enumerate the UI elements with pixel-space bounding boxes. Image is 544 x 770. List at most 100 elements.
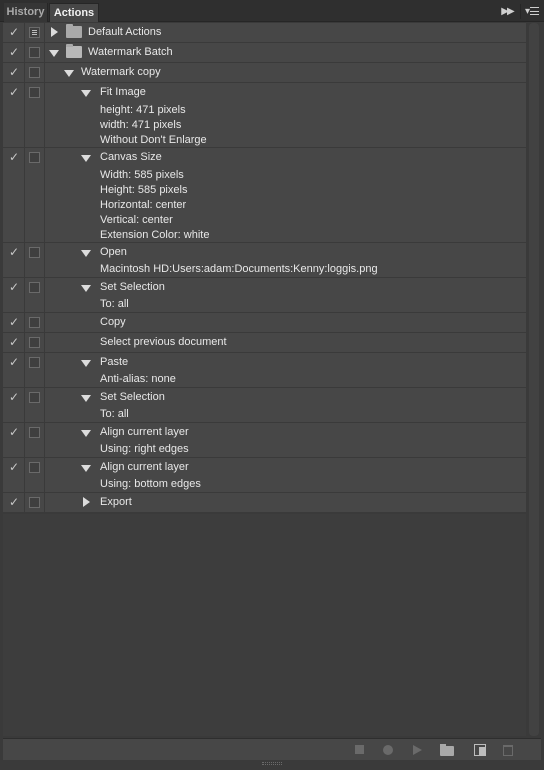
collapse-triangle-icon[interactable] [81,465,91,472]
command-label: Set Selection [100,391,165,403]
param-line: width: 471 pixels [100,119,182,131]
checkmark-icon[interactable]: ✓ [9,66,19,79]
dialog-toggle-icon[interactable] [29,47,40,58]
expand-triangle-icon[interactable] [51,27,58,37]
command-row[interactable]: ✓ Copy [3,313,526,333]
param-line: Anti-alias: none [100,373,176,385]
open-folder-icon [66,44,82,58]
dialog-toggle-icon[interactable] [29,27,40,38]
command-params: Anti-alias: none [100,372,176,387]
param-line: Without Don't Enlarge [100,134,207,146]
collapse-triangle-icon[interactable] [81,360,91,367]
dialog-toggle-icon[interactable] [29,497,40,508]
collapse-triangle-icon[interactable] [81,285,91,292]
new-action-icon[interactable] [474,744,486,756]
action-set-row[interactable]: ✓ Default Actions [3,23,526,43]
checkmark-icon[interactable]: ✓ [9,86,19,99]
collapse-triangle-icon[interactable] [81,90,91,97]
command-row[interactable]: ✓ Open Macintosh HD:Users:adam:Documents… [3,243,526,278]
command-label: Align current layer [100,461,189,473]
command-row[interactable]: ✓ Fit Image height: 471 pixels width: 47… [3,83,526,148]
checkmark-icon[interactable]: ✓ [9,46,19,59]
play-icon[interactable] [413,745,422,755]
dialog-toggle-icon[interactable] [29,67,40,78]
collapse-triangle-icon[interactable] [81,155,91,162]
dialog-toggle-icon[interactable] [29,152,40,163]
command-params: To: all [100,297,129,312]
expand-triangle-icon[interactable] [83,497,90,507]
dialog-toggle-icon[interactable] [29,357,40,368]
command-row[interactable]: ✓ Align current layer Using: bottom edge… [3,458,526,493]
command-row[interactable]: ✓ Select previous document [3,333,526,353]
command-row[interactable]: ✓ Export [3,493,526,513]
dialog-toggle-icon[interactable] [29,392,40,403]
record-icon[interactable] [383,745,393,755]
command-params: height: 471 pixels width: 471 pixels Wit… [100,103,207,148]
dialog-toggle-icon[interactable] [29,462,40,473]
tab-actions[interactable]: Actions [49,3,99,22]
panel-tab-bar: History Actions ▶▶ ▾ [0,0,544,22]
command-label: Paste [100,356,129,368]
dialog-toggle-icon[interactable] [29,87,40,98]
param-line: height: 471 pixels [100,104,186,116]
command-row[interactable]: ✓ Set Selection To: all [3,278,526,313]
collapse-triangle-icon[interactable] [81,250,91,257]
command-label: Select previous document [100,336,227,348]
command-label: Set Selection [100,281,165,293]
panel-menu-icon[interactable]: ▾ [520,4,540,19]
dialog-toggle-icon[interactable] [29,282,40,293]
resize-grip-icon[interactable] [262,762,282,765]
command-label: Fit Image [100,86,146,98]
empty-list-area [3,514,526,736]
actions-toolbar [3,738,541,760]
trash-icon[interactable] [503,745,513,756]
collapse-triangle-icon[interactable] [81,395,91,402]
checkmark-icon[interactable]: ✓ [9,151,19,164]
action-set-row[interactable]: ✓ Watermark Batch [3,43,526,63]
command-label: Canvas Size [100,151,162,163]
checkmark-icon[interactable]: ✓ [9,26,19,39]
param-line: To: all [100,298,129,310]
collapse-triangle-icon[interactable] [64,70,74,77]
command-params: Using: right edges [100,442,189,457]
scrollbar[interactable] [528,23,541,736]
command-label: Open [100,246,127,258]
collapse-triangle-icon[interactable] [49,50,59,57]
param-line: Using: right edges [100,443,189,455]
param-line: Height: 585 pixels [100,184,188,196]
checkmark-icon[interactable]: ✓ [9,426,19,439]
new-set-folder-icon[interactable] [440,744,454,756]
param-line: Vertical: center [100,214,173,226]
checkmark-icon[interactable]: ✓ [9,281,19,294]
param-line: Using: bottom edges [100,478,201,490]
dialog-toggle-icon[interactable] [29,427,40,438]
command-params: Using: bottom edges [100,477,201,492]
scrollbar-thumb[interactable] [529,23,539,736]
dialog-toggle-icon[interactable] [29,317,40,328]
checkmark-icon[interactable]: ✓ [9,336,19,349]
stop-icon[interactable] [355,745,364,754]
checkmark-icon[interactable]: ✓ [9,391,19,404]
checkmark-icon[interactable]: ✓ [9,496,19,509]
command-row[interactable]: ✓ Paste Anti-alias: none [3,353,526,388]
checkmark-icon[interactable]: ✓ [9,461,19,474]
checkmark-icon[interactable]: ✓ [9,246,19,259]
action-row[interactable]: ✓ Watermark copy [3,63,526,83]
command-row[interactable]: ✓ Set Selection To: all [3,388,526,423]
checkmark-icon[interactable]: ✓ [9,316,19,329]
dialog-toggle-icon[interactable] [29,337,40,348]
param-line: Horizontal: center [100,199,187,211]
param-line: Extension Color: white [100,229,210,241]
checkmark-icon[interactable]: ✓ [9,356,19,369]
collapse-triangle-icon[interactable] [81,430,91,437]
command-row[interactable]: ✓ Align current layer Using: right edges [3,423,526,458]
dialog-toggle-icon[interactable] [29,247,40,258]
command-row[interactable]: ✓ Canvas Size Width: 585 pixels Height: … [3,148,526,243]
tab-history[interactable]: History [4,3,48,22]
param-line: Width: 585 pixels [100,169,184,181]
double-chevron-right-icon[interactable]: ▶▶ [500,4,514,19]
param-line: Macintosh HD:Users:adam:Documents:Kenny:… [100,263,378,275]
folder-icon [66,24,82,38]
command-params: Width: 585 pixels Height: 585 pixels Hor… [100,168,209,243]
command-label: Export [100,496,132,508]
